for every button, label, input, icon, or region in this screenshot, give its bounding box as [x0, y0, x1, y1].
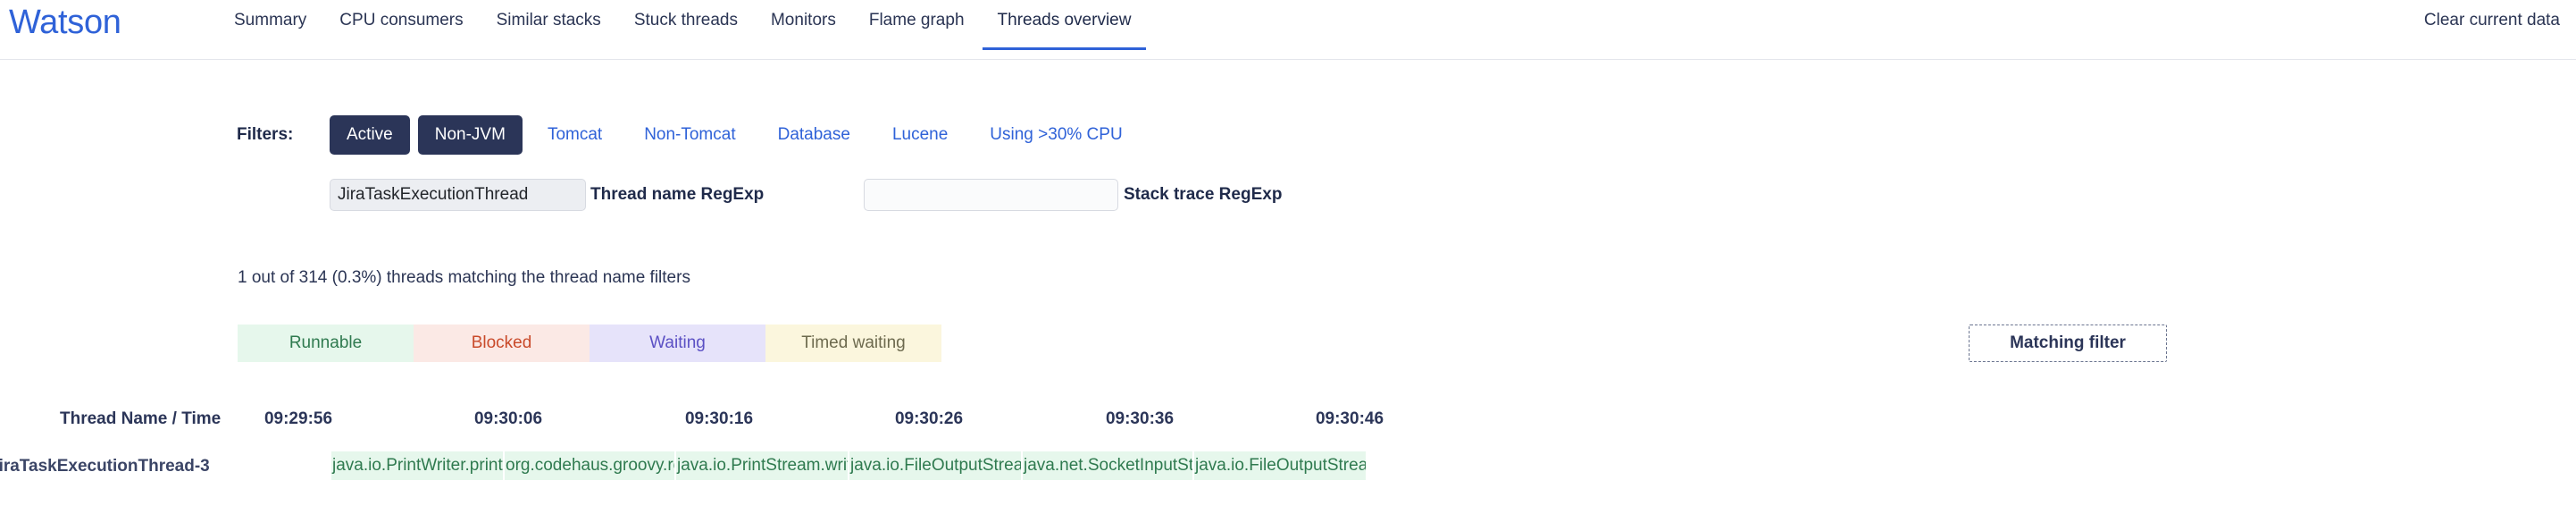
stack-segment-2[interactable]: java.io.PrintStream.write(java.base@ [676, 451, 849, 480]
legend-item-timed-waiting[interactable]: Timed waiting [765, 324, 941, 362]
stack-segment-1[interactable]: org.codehaus.groovy.reflection.Para [505, 451, 676, 480]
nav-item-threads-overview[interactable]: Threads overview [982, 0, 1147, 50]
state-legend: Runnable Blocked Waiting Timed waiting [238, 324, 941, 362]
legend-item-waiting[interactable]: Waiting [590, 324, 765, 362]
filters-label: Filters: [237, 125, 294, 144]
primary-nav: Summary CPU consumers Similar stacks Stu… [234, 0, 1164, 59]
nav-item-flame-graph[interactable]: Flame graph [869, 0, 965, 30]
axis-tick-1: 09:30:06 [473, 409, 543, 428]
match-summary-text: 1 out of 314 (0.3%) threads matching the… [238, 268, 690, 287]
stack-trace-regexp-label: Stack trace RegExp [1124, 185, 1283, 204]
filters-row: Filters: Active Non-JVM Tomcat Non-Tomca… [0, 114, 2576, 156]
filter-using-30-cpu[interactable]: Using >30% CPU [973, 115, 1139, 155]
filter-tomcat[interactable]: Tomcat [531, 115, 619, 155]
nav-item-summary[interactable]: Summary [234, 0, 306, 30]
thread-name-label: JiraTaskExecutionThread-3 [0, 457, 210, 476]
axis-tick-4: 09:30:36 [1105, 409, 1175, 428]
nav-item-monitors[interactable]: Monitors [771, 0, 836, 30]
legend-item-blocked[interactable]: Blocked [414, 324, 590, 362]
matching-filter-legend[interactable]: Matching filter [1969, 324, 2167, 362]
nav-item-stuck-threads[interactable]: Stuck threads [634, 0, 738, 30]
filter-lucene[interactable]: Lucene [875, 115, 965, 155]
timeline-axis: Thread Name / Time 09:29:56 09:30:06 09:… [0, 407, 2576, 435]
thread-name-regexp-input[interactable] [330, 179, 586, 211]
axis-tick-3: 09:30:26 [894, 409, 964, 428]
filter-active[interactable]: Active [330, 115, 410, 155]
clear-current-data-button[interactable]: Clear current data [2424, 11, 2560, 30]
navbar-divider [0, 59, 2576, 60]
top-navbar: Watson Summary CPU consumers Similar sta… [0, 0, 2576, 60]
axis-title-thread-name-time: Thread Name / Time [60, 409, 222, 428]
filter-non-tomcat[interactable]: Non-Tomcat [627, 115, 752, 155]
thread-row: JiraTaskExecutionThread-3 java.io.PrintW… [0, 451, 2576, 487]
legend-item-runnable[interactable]: Runnable [238, 324, 414, 362]
regexp-row: Thread name RegExp Stack trace RegExp [0, 179, 2576, 215]
filter-non-jvm[interactable]: Non-JVM [417, 115, 523, 155]
nav-item-cpu-consumers[interactable]: CPU consumers [339, 0, 463, 30]
stack-segment-0[interactable]: java.io.PrintWriter.print(java.base@1 [331, 451, 505, 480]
stack-segment-3[interactable]: java.io.FileOutputStream.writeBytes( [849, 451, 1023, 480]
nav-item-similar-stacks[interactable]: Similar stacks [497, 0, 601, 30]
stack-segment-5[interactable]: java.io.FileOutputStream.writeBytes( [1194, 451, 1367, 480]
stack-trace-regexp-input[interactable] [864, 179, 1118, 211]
stack-segment-4[interactable]: java.net.SocketInputStream.socketR [1023, 451, 1194, 480]
thread-name-regexp-label: Thread name RegExp [590, 185, 765, 204]
app-brand-watson[interactable]: Watson [9, 2, 121, 43]
thread-timeline-track: java.io.PrintWriter.print(java.base@1 or… [331, 451, 2576, 480]
filter-database[interactable]: Database [761, 115, 867, 155]
axis-tick-0: 09:29:56 [263, 409, 333, 428]
axis-tick-2: 09:30:16 [684, 409, 754, 428]
axis-tick-5: 09:30:46 [1315, 409, 1384, 428]
filter-button-group: Active Non-JVM Tomcat Non-Tomcat Databas… [330, 115, 1148, 155]
